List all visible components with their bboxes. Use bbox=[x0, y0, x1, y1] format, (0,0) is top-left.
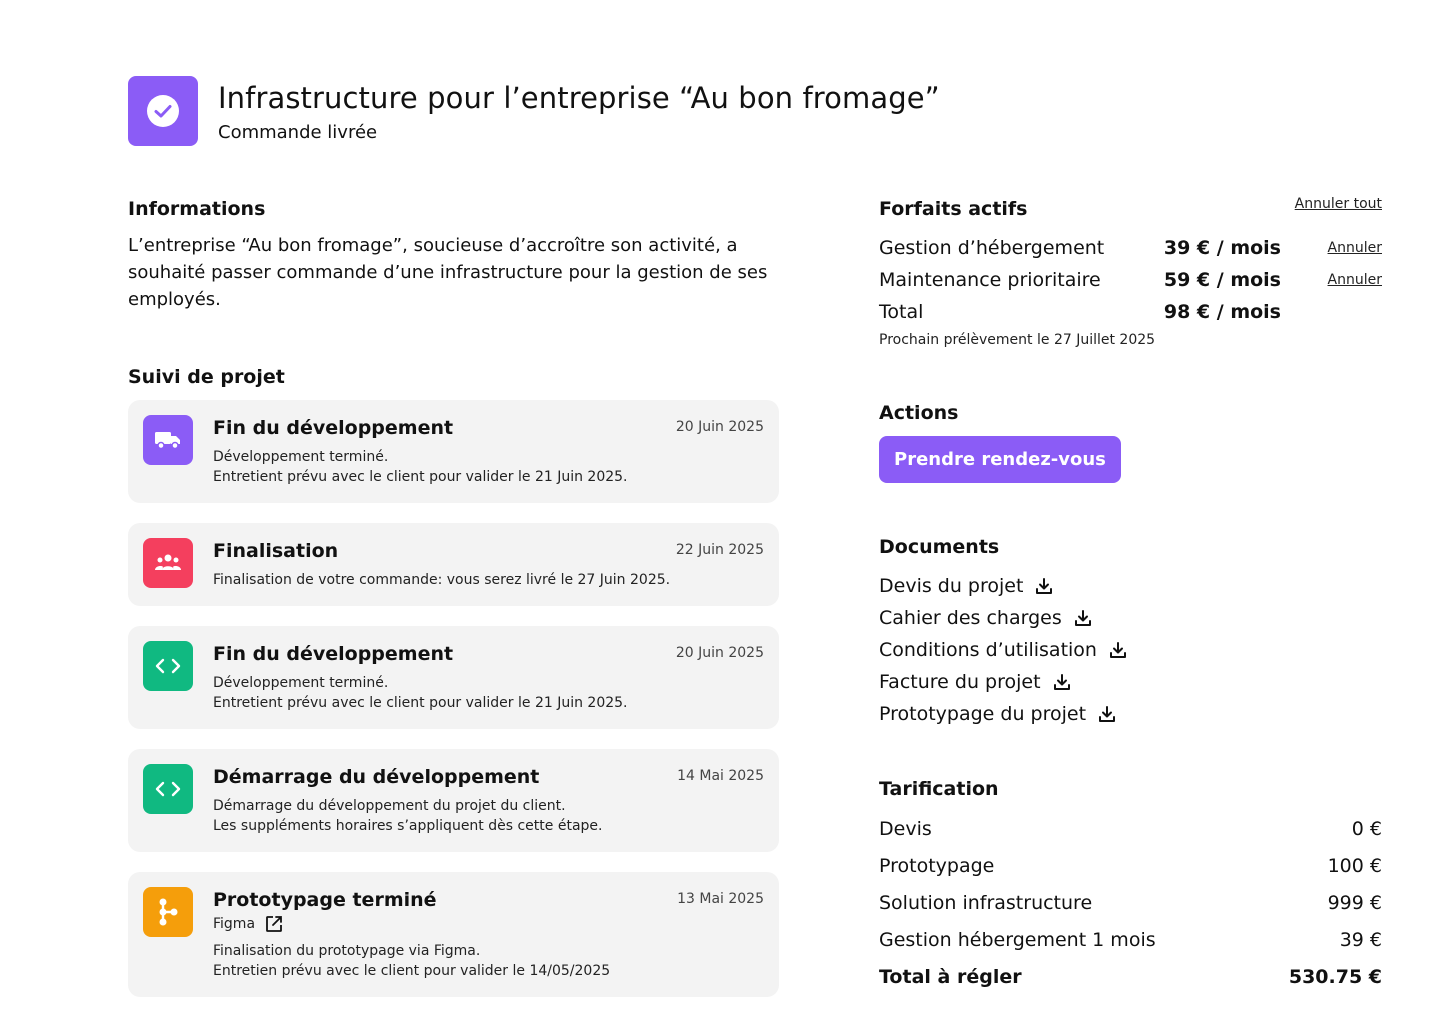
external-link-icon[interactable] bbox=[265, 915, 283, 933]
description-line: Entretient prévu avec le client pour val… bbox=[213, 469, 628, 485]
pricing-row: Solution infrastructure 999 € bbox=[879, 884, 1382, 921]
actions-heading: Actions bbox=[879, 402, 959, 424]
cancel-plan-link[interactable]: Annuler bbox=[1281, 272, 1382, 288]
pricing-label: Devis bbox=[879, 817, 932, 840]
pricing-heading: Tarification bbox=[879, 778, 999, 800]
figma-icon bbox=[143, 887, 193, 937]
timeline-item-date: 14 Mai 2025 bbox=[677, 768, 764, 784]
description-line: Finalisation de votre commande: vous ser… bbox=[213, 572, 671, 588]
book-appointment-button[interactable]: Prendre rendez-vous bbox=[879, 436, 1121, 483]
pricing-row: Prototypage 100 € bbox=[879, 847, 1382, 884]
description-line: Développement terminé. bbox=[213, 675, 389, 691]
pricing-section: Tarification Devis 0 € Prototypage 100 €… bbox=[879, 776, 1382, 995]
document-name: Cahier des charges bbox=[879, 607, 1062, 629]
pricing-total-row: Total à régler 530.75 € bbox=[879, 958, 1382, 995]
documents-section: Documents Devis du projet Cahier des cha… bbox=[879, 534, 1127, 730]
documents-heading: Documents bbox=[879, 536, 1000, 558]
plan-price: 59 € / mois bbox=[1163, 269, 1281, 291]
code-icon bbox=[143, 764, 193, 814]
pricing-total-label: Total à régler bbox=[879, 965, 1022, 988]
timeline-item-description: Finalisation du prototypage via Figma. E… bbox=[213, 941, 764, 981]
active-plans-heading: Forfaits actifs bbox=[879, 198, 1028, 220]
document-name: Prototypage du projet bbox=[879, 703, 1087, 725]
pricing-label: Solution infrastructure bbox=[879, 891, 1093, 914]
plan-price: 39 € / mois bbox=[1163, 237, 1281, 259]
project-tracking-section: Suivi de projet Fin du développement 20 … bbox=[128, 364, 779, 1017]
truck-icon bbox=[143, 415, 193, 465]
order-status: Commande livrée bbox=[218, 122, 378, 143]
active-plans-section: Forfaits actifs Annuler tout Gestion d’h… bbox=[879, 196, 1382, 348]
pricing-value: 999 € bbox=[1327, 891, 1382, 914]
timeline-item[interactable]: Démarrage du développement 14 Mai 2025 D… bbox=[128, 749, 779, 852]
informations-section: Informations L’entreprise “Au bon fromag… bbox=[128, 196, 780, 313]
pricing-total-value: 530.75 € bbox=[1288, 965, 1382, 988]
timeline-item-date: 13 Mai 2025 bbox=[677, 891, 764, 907]
informations-text: L’entreprise “Au bon fromage”, soucieuse… bbox=[128, 235, 768, 310]
plan-total-label: Total bbox=[879, 301, 924, 323]
plan-total-price: 98 € / mois bbox=[1163, 301, 1281, 323]
document-name: Devis du projet bbox=[879, 575, 1024, 597]
description-line: Les suppléments horaires s’appliquent dè… bbox=[213, 818, 603, 834]
pricing-row: Devis 0 € bbox=[879, 810, 1382, 847]
timeline-item[interactable]: Finalisation 22 Juin 2025 Finalisation d… bbox=[128, 523, 779, 606]
project-timeline: Fin du développement 20 Juin 2025 Dévelo… bbox=[128, 400, 779, 997]
timeline-item-date: 20 Juin 2025 bbox=[675, 645, 764, 661]
download-icon[interactable] bbox=[1053, 673, 1071, 691]
project-tracking-heading: Suivi de projet bbox=[128, 366, 285, 388]
timeline-item[interactable]: Fin du développement 20 Juin 2025 Dévelo… bbox=[128, 400, 779, 503]
description-line: Développement terminé. bbox=[213, 449, 389, 465]
document-link[interactable]: Facture du projet bbox=[879, 666, 1127, 698]
pricing-row: Gestion hébergement 1 mois 39 € bbox=[879, 921, 1382, 958]
plan-total-row: Total 98 € / mois bbox=[879, 296, 1382, 328]
informations-heading: Informations bbox=[128, 198, 266, 220]
document-name: Conditions d’utilisation bbox=[879, 639, 1097, 661]
pricing-value: 39 € bbox=[1339, 928, 1382, 951]
document-link[interactable]: Conditions d’utilisation bbox=[879, 634, 1127, 666]
documents-list: Devis du projet Cahier des charges Condi… bbox=[879, 570, 1127, 730]
description-line: Finalisation du prototypage via Figma. bbox=[213, 943, 481, 959]
order-status-badge bbox=[128, 76, 198, 146]
code-icon bbox=[143, 641, 193, 691]
plan-name: Maintenance prioritaire bbox=[879, 269, 1101, 291]
active-plans-list: Gestion d’hébergement 39 € / mois Annule… bbox=[879, 232, 1382, 328]
timeline-item-date: 20 Juin 2025 bbox=[675, 419, 764, 435]
figma-link[interactable]: Figma bbox=[213, 915, 764, 933]
timeline-item-date: 22 Juin 2025 bbox=[675, 542, 764, 558]
actions-section: Actions Prendre rendez-vous bbox=[879, 400, 1121, 483]
timeline-item-description: Finalisation de votre commande: vous ser… bbox=[213, 570, 764, 590]
next-debit-text: Prochain prélèvement le 27 Juillet 2025 bbox=[879, 332, 1156, 348]
plan-name: Gestion d’hébergement bbox=[879, 237, 1105, 259]
description-line: Entretien prévu avec le client pour vali… bbox=[213, 963, 611, 979]
plan-row: Gestion d’hébergement 39 € / mois Annule… bbox=[879, 232, 1382, 264]
cancel-plan-link[interactable]: Annuler bbox=[1281, 240, 1382, 256]
people-icon bbox=[143, 538, 193, 588]
timeline-item-description: Démarrage du développement du projet du … bbox=[213, 796, 764, 836]
pricing-label: Gestion hébergement 1 mois bbox=[879, 928, 1156, 951]
timeline-item-description: Développement terminé. Entretient prévu … bbox=[213, 447, 764, 487]
description-line: Entretient prévu avec le client pour val… bbox=[213, 695, 628, 711]
page-header: Infrastructure pour l’entreprise “Au bon… bbox=[128, 76, 940, 146]
document-link[interactable]: Devis du projet bbox=[879, 570, 1127, 602]
page-title: Infrastructure pour l’entreprise “Au bon… bbox=[218, 81, 940, 115]
download-icon[interactable] bbox=[1109, 641, 1127, 659]
document-link[interactable]: Prototypage du projet bbox=[879, 698, 1127, 730]
cancel-all-link[interactable]: Annuler tout bbox=[1295, 196, 1382, 212]
download-icon[interactable] bbox=[1035, 577, 1053, 595]
timeline-item-description: Développement terminé. Entretient prévu … bbox=[213, 673, 764, 713]
pricing-list: Devis 0 € Prototypage 100 € Solution inf… bbox=[879, 810, 1382, 995]
download-icon[interactable] bbox=[1074, 609, 1092, 627]
pricing-value: 0 € bbox=[1351, 817, 1382, 840]
download-icon[interactable] bbox=[1098, 705, 1116, 723]
pricing-label: Prototypage bbox=[879, 854, 995, 877]
description-line: Démarrage du développement du projet du … bbox=[213, 798, 566, 814]
timeline-item[interactable]: Fin du développement 20 Juin 2025 Dévelo… bbox=[128, 626, 779, 729]
tool-name: Figma bbox=[213, 916, 256, 932]
timeline-item[interactable]: Prototypage terminé 13 Mai 2025 Figma Fi… bbox=[128, 872, 779, 997]
check-circle-icon bbox=[147, 95, 179, 127]
plan-row: Maintenance prioritaire 59 € / mois Annu… bbox=[879, 264, 1382, 296]
document-link[interactable]: Cahier des charges bbox=[879, 602, 1127, 634]
document-name: Facture du projet bbox=[879, 671, 1041, 693]
pricing-value: 100 € bbox=[1327, 854, 1382, 877]
